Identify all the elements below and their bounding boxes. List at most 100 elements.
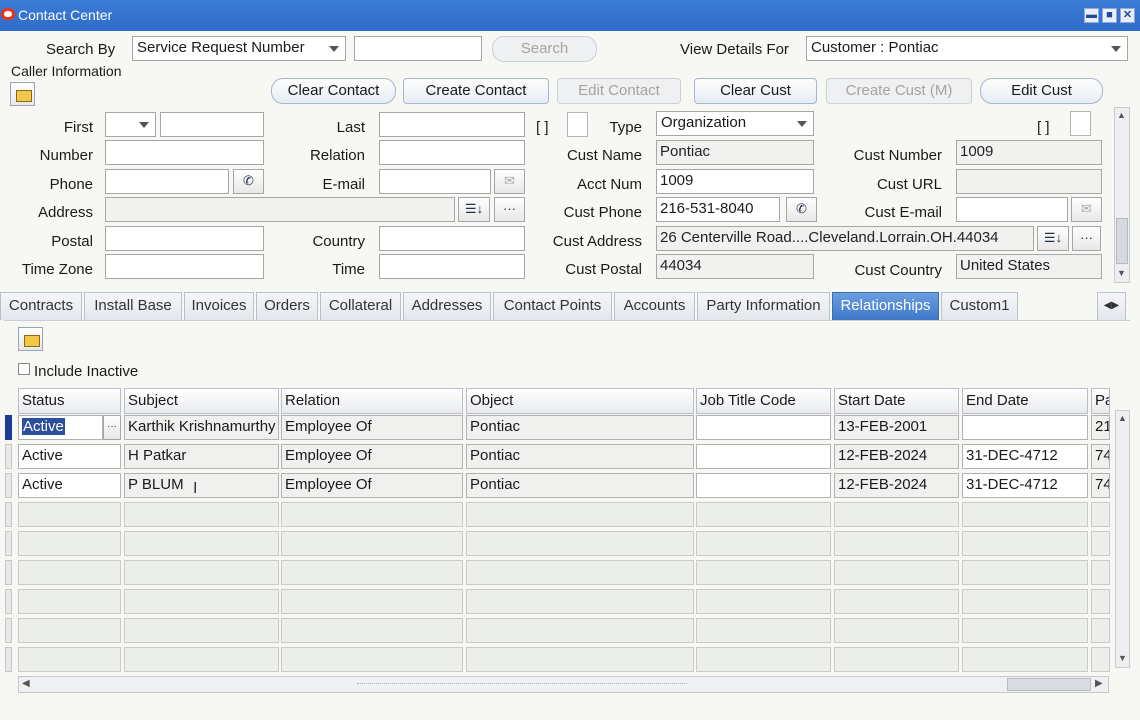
table-cell-empty[interactable] [466, 502, 694, 527]
row-indicator[interactable] [5, 589, 12, 614]
table-cell-empty[interactable] [281, 502, 463, 527]
salutation-select[interactable] [105, 112, 156, 137]
table-cell-empty[interactable] [696, 647, 831, 672]
header-scrollbar[interactable]: ▲ ▼ [1114, 107, 1130, 283]
search-input[interactable] [354, 36, 482, 61]
table-cell-end-date[interactable] [962, 415, 1088, 440]
table-cell-empty[interactable] [124, 589, 279, 614]
col-header-start-date[interactable]: Start Date [834, 388, 959, 414]
relation-input[interactable] [379, 140, 525, 165]
table-cell-empty[interactable] [1091, 531, 1110, 556]
table-cell-empty[interactable] [281, 531, 463, 556]
table-cell-empty[interactable] [18, 618, 121, 643]
table-cell-empty[interactable] [1091, 647, 1110, 672]
table-cell-empty[interactable] [696, 560, 831, 585]
col-header-end-date[interactable]: End Date [962, 388, 1088, 414]
type-select[interactable]: Organization [656, 111, 814, 136]
folder-icon[interactable] [10, 82, 35, 106]
scroll-thumb[interactable] [1116, 218, 1128, 264]
table-scrollbar[interactable]: ▲ ▼ [1115, 410, 1130, 668]
time-input[interactable] [379, 254, 525, 279]
include-inactive-checkbox[interactable] [18, 363, 30, 375]
table-cell-empty[interactable] [696, 531, 831, 556]
table-cell-empty[interactable] [696, 589, 831, 614]
table-cell-status[interactable]: Active [18, 473, 121, 498]
cust-address-list-icon[interactable]: ☰↓ [1037, 226, 1069, 251]
table-cell-empty[interactable] [1091, 618, 1110, 643]
table-cell-empty[interactable] [124, 647, 279, 672]
row-indicator[interactable] [5, 415, 12, 440]
row-indicator[interactable] [5, 618, 12, 643]
number-input[interactable] [105, 140, 264, 165]
cust-send-email-icon[interactable]: ✉ [1071, 197, 1102, 222]
tab-contact-points[interactable]: Contact Points [493, 292, 612, 320]
close-button[interactable]: ✕ [1120, 8, 1135, 23]
table-cell-empty[interactable] [962, 647, 1088, 672]
table-cell-empty[interactable] [1091, 589, 1110, 614]
col-header-object[interactable]: Object [466, 388, 694, 414]
table-cell-empty[interactable] [834, 647, 959, 672]
table-cell-status[interactable]: Active [18, 415, 103, 440]
scroll-thumb[interactable] [1007, 678, 1091, 691]
table-cell-empty[interactable] [1091, 502, 1110, 527]
table-cell-empty[interactable] [18, 647, 121, 672]
table-cell-empty[interactable] [962, 502, 1088, 527]
table-cell-empty[interactable] [466, 618, 694, 643]
search-by-select[interactable]: Service Request Number [132, 36, 346, 61]
tab-accounts[interactable]: Accounts [614, 292, 695, 320]
send-email-icon[interactable]: ✉ [494, 169, 525, 194]
table-cell-empty[interactable] [466, 647, 694, 672]
scroll-right-icon[interactable]: ▶ [1095, 678, 1103, 689]
col-header-pa[interactable]: Pa [1091, 388, 1110, 414]
cust-address-more-icon[interactable]: ··· [1072, 226, 1101, 251]
tab-scroll-arrows-icon[interactable]: ◀▶ [1097, 292, 1126, 320]
scroll-down-icon[interactable]: ▼ [1118, 653, 1127, 663]
scroll-left-icon[interactable]: ◀ [22, 678, 30, 689]
table-cell-empty[interactable] [124, 502, 279, 527]
col-header-relation[interactable]: Relation [281, 388, 463, 414]
maximize-button[interactable]: ■ [1102, 8, 1117, 23]
row-indicator[interactable] [5, 444, 12, 469]
tab-collateral[interactable]: Collateral [320, 292, 401, 320]
table-cell-empty[interactable] [18, 560, 121, 585]
table-cell-empty[interactable] [834, 531, 959, 556]
clear-cust-button[interactable]: Clear Cust [694, 78, 817, 104]
phone-call-icon[interactable]: ✆ [233, 169, 264, 194]
col-header-status[interactable]: Status [18, 388, 121, 414]
edit-contact-button[interactable]: Edit Contact [557, 78, 681, 104]
table-cell-job-title[interactable] [696, 415, 831, 440]
table-cell-end-date[interactable]: 31-DEC-4712 [962, 444, 1088, 469]
col-header-subject[interactable]: Subject [124, 388, 279, 414]
postal-input[interactable] [105, 226, 264, 251]
table-cell-empty[interactable] [124, 560, 279, 585]
table-cell-job-title[interactable] [696, 473, 831, 498]
email-input[interactable] [379, 169, 491, 194]
table-cell-empty[interactable] [834, 560, 959, 585]
last-name-input[interactable] [379, 112, 525, 137]
search-button[interactable]: Search [492, 36, 597, 62]
table-cell-empty[interactable] [18, 531, 121, 556]
tab-relationships[interactable]: Relationships [832, 292, 939, 320]
row-indicator[interactable] [5, 647, 12, 672]
scroll-up-icon[interactable]: ▲ [1117, 110, 1126, 120]
row-indicator[interactable] [5, 473, 12, 498]
tab-orders[interactable]: Orders [256, 292, 318, 320]
table-cell-empty[interactable] [124, 531, 279, 556]
cust-email-input[interactable] [956, 197, 1068, 222]
scroll-up-icon[interactable]: ▲ [1118, 413, 1127, 423]
table-cell-empty[interactable] [696, 502, 831, 527]
timezone-input[interactable] [105, 254, 264, 279]
col-header-job-title-code[interactable]: Job Title Code [696, 388, 831, 414]
table-cell-empty[interactable] [834, 589, 959, 614]
table-cell-empty[interactable] [962, 589, 1088, 614]
cust-phone-input[interactable]: 216-531-8040 [656, 197, 780, 222]
table-cell-job-title[interactable] [696, 444, 831, 469]
status-more-icon[interactable]: ··· [103, 415, 121, 440]
rel-folder-icon[interactable] [18, 327, 43, 351]
cust-flag-box[interactable] [1070, 111, 1091, 136]
first-name-input[interactable] [160, 112, 264, 137]
table-cell-empty[interactable] [466, 589, 694, 614]
address-list-icon[interactable]: ☰↓ [458, 197, 490, 222]
tab-addresses[interactable]: Addresses [403, 292, 491, 320]
country-input[interactable] [379, 226, 525, 251]
